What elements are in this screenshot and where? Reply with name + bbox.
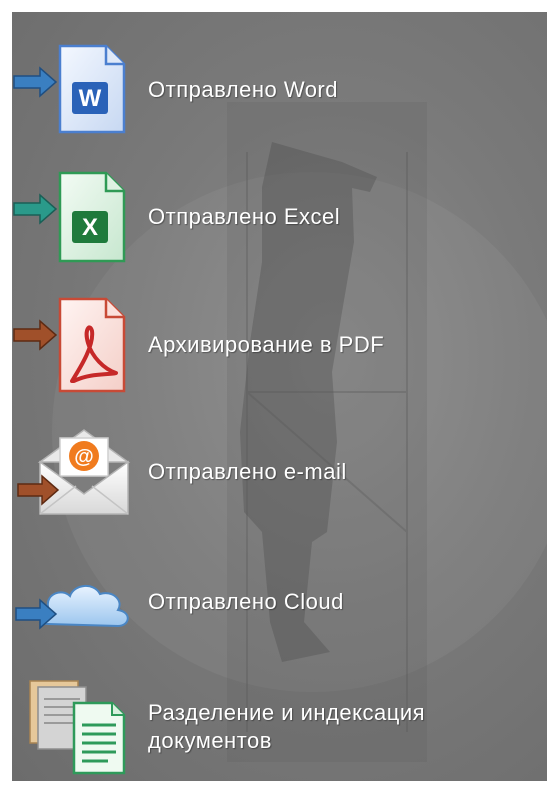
menu-item-label: Разделение и индексация документов [148, 700, 426, 753]
word-icon: W [12, 40, 140, 140]
menu-item-email[interactable]: @ Отправлено e-mail [12, 422, 347, 522]
excel-icon: X [12, 167, 140, 267]
svg-text:X: X [82, 214, 98, 241]
pdf-icon [12, 295, 140, 395]
menu-item-label: Архивирование в PDF [148, 332, 385, 357]
menu-item-label: Отправлено Excel [148, 204, 341, 229]
email-icon: @ [12, 422, 140, 522]
menu-item-excel[interactable]: X Отправлено Excel [12, 167, 340, 267]
menu-item-cloud[interactable]: Отправлено Cloud [12, 552, 344, 652]
svg-text:@: @ [74, 446, 94, 468]
menu-item-label: Отправлено Cloud [148, 589, 344, 614]
cloud-icon [12, 552, 140, 652]
menu-item-split-index[interactable]: Разделение и индексация документов [12, 677, 543, 777]
menu-item-pdf[interactable]: Архивирование в PDF [12, 295, 384, 395]
menu-item-word[interactable]: W Отправлено Word [12, 40, 338, 140]
menu-item-label: Отправлено Word [148, 77, 338, 102]
menu-panel: W Отправлено Word X Отправлено Excel Арх… [12, 12, 547, 781]
svg-text:W: W [79, 85, 102, 112]
split-documents-icon [12, 677, 140, 777]
menu-item-label: Отправлено e-mail [148, 459, 347, 484]
